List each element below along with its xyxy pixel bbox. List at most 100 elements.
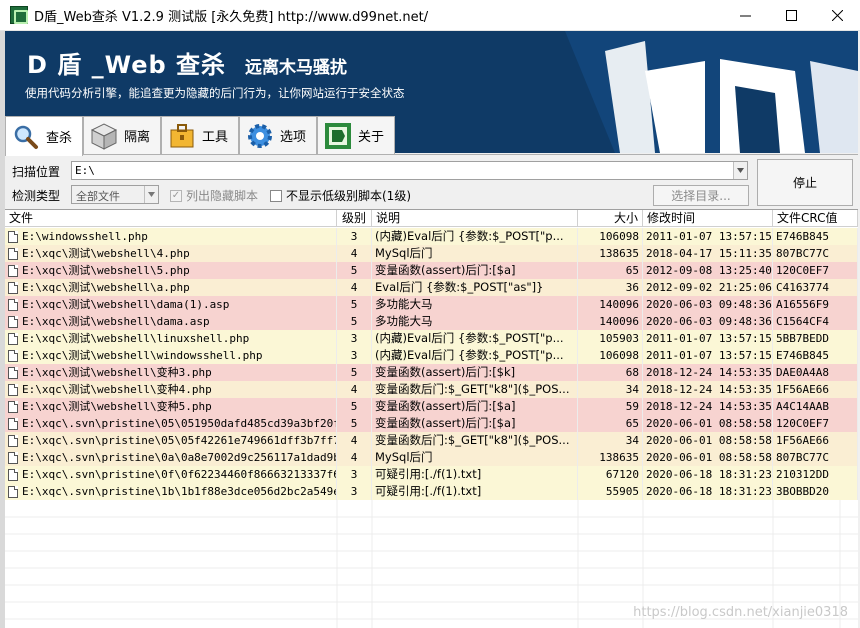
cell-size: 138635 (578, 449, 643, 466)
cell-crc: C1564CF4 (773, 313, 858, 330)
cell-crc: 120C0EF7 (773, 262, 858, 279)
file-icon (8, 400, 18, 413)
cell-crc: 807BC77C (773, 449, 858, 466)
header-crc[interactable]: 文件CRC值 (773, 210, 858, 227)
table-row[interactable]: E:\xqc\测试\webshell\windowsshell.php 3 (内藏)… (5, 347, 858, 364)
cell-file: E:\xqc\.svn\pristine\0a\0a8e7002d9c25611… (5, 449, 337, 466)
cell-description: 变量函数(assert)后门:[$a] (372, 398, 578, 415)
tab-about[interactable]: 关于 (317, 116, 395, 154)
detect-type-value: 全部文件 (76, 190, 120, 203)
tab-options[interactable]: 选项 (239, 116, 317, 154)
cell-description: 变量函数后门:$_GET["k8"]($_POS... (372, 381, 578, 398)
header-size[interactable]: 大小 (578, 210, 643, 227)
title-bar[interactable]: D盾_Web查杀 V1.2.9 测试版 [永久免费] http://www.d9… (0, 0, 860, 31)
cell-size: 105903 (578, 330, 643, 347)
cell-description: 变量函数后门:$_GET["k8"]($_POS... (372, 432, 578, 449)
header-description[interactable]: 说明 (372, 210, 578, 227)
cell-file: E:\xqc\测试\webshell\a.php (5, 279, 337, 296)
cell-crc: C4163774 (773, 279, 858, 296)
maximize-icon (785, 10, 797, 21)
cell-size: 138635 (578, 245, 643, 262)
table-row[interactable]: E:\xqc\测试\webshell\变种3.php 5 变量函数(assert)后… (5, 364, 858, 381)
cell-description: (内藏)Eval后门 {参数:$_POST["p... (372, 347, 578, 364)
file-icon (8, 434, 18, 447)
cell-size: 36 (578, 279, 643, 296)
cell-size: 140096 (578, 296, 643, 313)
main-tabs: 查杀 隔离 工具 选项 关于 (5, 116, 395, 156)
file-icon (8, 298, 18, 311)
cell-level: 5 (337, 262, 372, 279)
cell-size: 68 (578, 364, 643, 381)
cell-modified-time: 2018-04-17 15:11:35 (643, 245, 773, 262)
cell-size: 34 (578, 432, 643, 449)
cell-level: 3 (337, 466, 372, 483)
file-path: E:\xqc\测试\webshell\变种5.php (22, 400, 212, 413)
table-row[interactable]: E:\xqc\测试\webshell\变种4.php 4 变量函数后门:$_GET[… (5, 381, 858, 398)
file-icon (8, 383, 18, 396)
cell-file: E:\xqc\测试\webshell\dama(1).asp (5, 296, 337, 313)
table-row[interactable]: E:\xqc\测试\webshell\变种5.php 5 变量函数(assert)后… (5, 398, 858, 415)
table-row[interactable]: E:\xqc\测试\webshell\dama.asp 5 多功能大马 140096 2… (5, 313, 858, 330)
table-row[interactable]: E:\xqc\.svn\pristine\1b\1b1f88e3dce056d2… (5, 483, 858, 500)
file-path: E:\xqc\测试\webshell\linuxshell.php (22, 332, 250, 345)
file-path: E:\xqc\测试\webshell\dama(1).asp (22, 298, 230, 311)
table-row[interactable]: E:\xqc\测试\webshell\dama(1).asp 5 多功能大马 1400… (5, 296, 858, 313)
cell-level: 4 (337, 381, 372, 398)
cell-file: E:\xqc\测试\webshell\windowsshell.php (5, 347, 337, 364)
gear-icon (244, 120, 276, 152)
file-icon (8, 417, 18, 430)
file-path: E:\xqc\.svn\pristine\0f\0f62234460f86663… (22, 468, 337, 481)
table-row[interactable]: E:\xqc\.svn\pristine\0a\0a8e7002d9c25611… (5, 449, 858, 466)
table-row[interactable]: E:\windowsshell.php 3 (内藏)Eval后门 {参数:$_POS… (5, 228, 858, 245)
file-icon (8, 247, 18, 260)
cell-crc: 210312DD (773, 466, 858, 483)
table-row[interactable]: E:\xqc\.svn\pristine\0f\0f62234460f86663… (5, 466, 858, 483)
maximize-button[interactable] (768, 0, 814, 31)
cell-level: 3 (337, 330, 372, 347)
tab-tools[interactable]: 工具 (161, 116, 239, 154)
cell-modified-time: 2020-06-18 18:31:23 (643, 483, 773, 500)
cell-size: 140096 (578, 313, 643, 330)
minimize-button[interactable] (722, 0, 768, 31)
app-shield-icon (10, 6, 28, 24)
header-modified-time[interactable]: 修改时间 (643, 210, 773, 227)
chevron-down-icon[interactable] (733, 162, 747, 179)
table-row[interactable]: E:\xqc\测试\webshell\a.php 4 Eval后门 {参数:$_PO… (5, 279, 858, 296)
cell-size: 106098 (578, 228, 643, 245)
tab-quarantine[interactable]: 隔离 (83, 116, 161, 154)
stop-button[interactable]: 停止 (757, 159, 853, 206)
cell-description: (内藏)Eval后门 {参数:$_POST["p... (372, 330, 578, 347)
cell-modified-time: 2020-06-01 08:58:58 (643, 432, 773, 449)
cell-description: 变量函数(assert)后门:[$a] (372, 415, 578, 432)
cell-size: 59 (578, 398, 643, 415)
cell-crc: 1F56AE66 (773, 381, 858, 398)
results-table: 文件 级别 说明 大小 修改时间 文件CRC值 E:\windowsshell.… (5, 209, 858, 628)
table-row[interactable]: E:\xqc\.svn\pristine\05\05f42261e749661d… (5, 432, 858, 449)
header-level[interactable]: 级别 (337, 210, 372, 227)
hide-low-level-checkbox[interactable]: 不显示低级别脚本(1级) (270, 187, 411, 204)
tab-scan[interactable]: 查杀 (5, 116, 83, 156)
file-icon (8, 468, 18, 481)
cell-file: E:\windowsshell.php (5, 228, 337, 245)
cell-level: 4 (337, 245, 372, 262)
table-row[interactable]: E:\xqc\测试\webshell\4.php 4 MySql后门 138635 20… (5, 245, 858, 262)
detect-type-select[interactable]: 全部文件 (71, 185, 159, 204)
close-button[interactable] (814, 0, 860, 31)
list-hidden-scripts-checkbox[interactable]: ✓ 列出隐藏脚本 (170, 187, 258, 204)
table-row[interactable]: E:\xqc\测试\webshell\5.php 5 变量函数(assert)后门:… (5, 262, 858, 279)
cell-modified-time: 2020-06-03 09:48:36 (643, 313, 773, 330)
cell-description: Eval后门 {参数:$_POST["as"]} (372, 279, 578, 296)
table-row[interactable]: E:\xqc\测试\webshell\linuxshell.php 3 (内藏)Ev… (5, 330, 858, 347)
cell-modified-time: 2020-06-18 18:31:23 (643, 466, 773, 483)
box-icon (88, 120, 120, 152)
tab-label: 隔离 (124, 130, 151, 145)
cell-modified-time: 2018-12-24 14:53:35 (643, 398, 773, 415)
header-file[interactable]: 文件 (5, 210, 337, 227)
table-row[interactable]: E:\xqc\.svn\pristine\05\051950dafd485cd3… (5, 415, 858, 432)
checkbox-empty-icon (270, 189, 282, 202)
select-directory-button[interactable]: 选择目录... (653, 185, 749, 206)
cell-modified-time: 2012-09-08 13:25:40 (643, 262, 773, 279)
scan-path-combobox[interactable]: E:\ (71, 161, 748, 180)
list-hidden-scripts-label: 列出隐藏脚本 (186, 189, 259, 203)
cell-description: 可疑引用:[./f(1).txt] (372, 483, 578, 500)
